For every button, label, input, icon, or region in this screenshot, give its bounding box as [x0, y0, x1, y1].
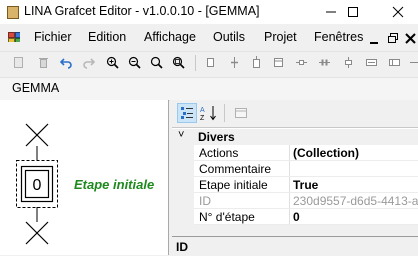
initial-step-icon[interactable]	[250, 56, 263, 69]
step-label: Etape initiale	[74, 177, 155, 192]
menu-fichier[interactable]: Fichier	[34, 30, 72, 44]
property-row-etape-initiale[interactable]: Etape initiale True	[172, 177, 418, 193]
property-value[interactable]: (Collection)	[293, 146, 418, 160]
menu-projet[interactable]: Projet	[264, 30, 297, 44]
property-pages-button[interactable]	[231, 103, 251, 123]
property-name: Etape initiale	[199, 178, 268, 192]
window-title: LINA Grafcet Editor - v1.0.0.10 - [GEMMA…	[24, 4, 260, 18]
maximize-icon	[348, 7, 358, 17]
categorized-button[interactable]	[177, 103, 197, 123]
property-name: Commentaire	[199, 162, 272, 176]
tab-gemma[interactable]: GEMMA	[12, 81, 59, 95]
mdi-minimize-icon[interactable]	[369, 35, 379, 45]
convergence-icon[interactable]	[342, 56, 355, 69]
menu-outils[interactable]: Outils	[213, 30, 245, 44]
mdi-restore-icon[interactable]	[387, 32, 399, 44]
transition-icon[interactable]	[228, 56, 241, 69]
divergence-icon[interactable]	[318, 56, 331, 69]
property-pages-icon	[235, 108, 247, 118]
undo-icon[interactable]	[60, 56, 73, 69]
property-name: N° d'étape	[199, 210, 255, 224]
step-number: 0	[32, 177, 42, 194]
menu-affichage[interactable]: Affichage	[144, 30, 196, 44]
property-name: ID	[199, 194, 211, 208]
category-divers[interactable]: ˅ Divers	[172, 129, 418, 145]
action-icon[interactable]	[388, 56, 401, 69]
zoom-icon[interactable]	[150, 56, 163, 69]
close-button[interactable]	[378, 0, 418, 24]
toolbar-separator	[195, 55, 196, 71]
property-value[interactable]: 0	[293, 210, 418, 224]
app-icon	[7, 6, 19, 19]
description-panel	[172, 236, 418, 256]
collapse-chevron-icon[interactable]: ˅	[178, 129, 184, 141]
category-label: Divers	[198, 130, 235, 144]
menu-edition[interactable]: Edition	[88, 30, 126, 44]
zoom-in-icon[interactable]	[106, 56, 119, 69]
redo-icon[interactable]	[82, 56, 95, 69]
property-table: ˅ Divers Actions (Collection) Commentair…	[172, 127, 418, 225]
macro-step-icon[interactable]	[272, 56, 285, 69]
property-row-numero-etape[interactable]: N° d'étape 0	[172, 209, 418, 225]
property-name: Actions	[199, 146, 239, 160]
property-row-commentaire[interactable]: Commentaire	[172, 161, 418, 177]
svg-text:Z: Z	[200, 115, 205, 121]
delete-icon[interactable]	[37, 56, 50, 69]
document-icon[interactable]	[8, 32, 20, 42]
zoom-fit-icon[interactable]	[172, 56, 185, 69]
pg-toolbar-separator	[224, 104, 225, 122]
svg-text:A: A	[200, 107, 205, 114]
description-splitter[interactable]	[172, 226, 418, 235]
maximize-button[interactable]	[333, 0, 373, 24]
zoom-out-icon[interactable]	[128, 56, 141, 69]
close-icon	[392, 6, 404, 18]
property-value[interactable]: True	[293, 178, 418, 192]
description-title: ID	[176, 240, 188, 254]
menu-fenetres[interactable]: Fenêtres	[314, 30, 363, 44]
comment-icon[interactable]	[365, 56, 378, 69]
toolbar-overflow-icon[interactable]	[408, 56, 418, 69]
sort-alphabetical-icon: A Z	[200, 106, 216, 121]
property-row-actions[interactable]: Actions (Collection)	[172, 145, 418, 161]
property-row-id[interactable]: ID 230d9557-d6d5-4413-a97	[172, 193, 418, 209]
alphabetical-button[interactable]: A Z	[199, 103, 219, 123]
connector-icon[interactable]	[295, 56, 308, 69]
property-value: 230d9557-d6d5-4413-a97	[293, 194, 418, 208]
mdi-close-icon[interactable]	[405, 33, 416, 44]
document-tab-strip	[0, 77, 418, 101]
categorized-icon	[181, 107, 193, 119]
new-icon[interactable]	[12, 56, 25, 69]
step-icon[interactable]	[204, 56, 217, 69]
